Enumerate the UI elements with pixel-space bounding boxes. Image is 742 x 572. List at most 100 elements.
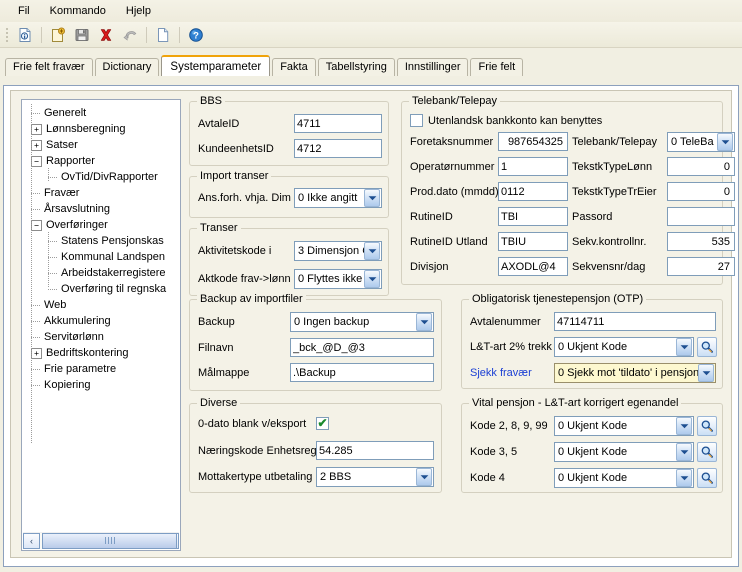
- chevron-down-icon[interactable]: [416, 467, 432, 486]
- kode-2-combo[interactable]: 0 Ukjent Kode: [554, 415, 694, 436]
- tree-horizontal-scrollbar[interactable]: ‹ ›: [23, 532, 179, 549]
- chevron-down-icon[interactable]: [676, 416, 692, 435]
- aktkode-combo[interactable]: 0 Flyttes ikke: [294, 268, 382, 289]
- tree-item-fravaer[interactable]: Fravær: [26, 185, 180, 201]
- avtalenummer-input[interactable]: [554, 312, 716, 331]
- blank-page-icon[interactable]: [152, 24, 174, 46]
- parameter-tree[interactable]: Generelt + Lønnsberegning + Satser − Rap…: [21, 99, 181, 551]
- save-icon[interactable]: [71, 24, 93, 46]
- tree-item-bedriftskontering[interactable]: + Bedriftskontering: [26, 345, 180, 361]
- tree-item-arbeidstakerregisteret[interactable]: Arbeidstakerregistere: [26, 265, 180, 281]
- tree-item-kopiering[interactable]: Kopiering: [26, 377, 180, 393]
- foretaksnummer-input[interactable]: [498, 132, 568, 151]
- tab-fakta[interactable]: Fakta: [272, 58, 316, 76]
- tab-frie-felt-fravaer[interactable]: Frie felt fravær: [5, 58, 93, 76]
- tab-systemparameter[interactable]: Systemparameter: [161, 55, 271, 76]
- field-0-dato-blank[interactable]: 0-dato blank v/eksport ✔: [198, 414, 329, 433]
- telebank-telepay-combo[interactable]: 0 TeleBa: [667, 131, 735, 152]
- tab-dictionary[interactable]: Dictionary: [94, 58, 160, 76]
- tree-item-ovtid-divrapporter[interactable]: OvTid/DivRapporter: [26, 169, 180, 185]
- tab-tabellstyring[interactable]: Tabellstyring: [317, 58, 395, 76]
- malmappe-input[interactable]: [290, 363, 434, 382]
- new-document-icon[interactable]: [47, 24, 69, 46]
- rutineid-input[interactable]: [498, 207, 568, 226]
- lt-art-combo[interactable]: 0 Ukjent Kode: [554, 336, 694, 357]
- delete-icon[interactable]: [95, 24, 117, 46]
- menu-item-hjelp[interactable]: Hjelp: [116, 3, 161, 19]
- info-document-icon[interactable]: [14, 24, 36, 46]
- chevron-down-icon[interactable]: [676, 442, 692, 461]
- toolbar-grip[interactable]: [4, 26, 9, 44]
- kode-3-lookup-search-icon[interactable]: [697, 441, 717, 462]
- tab-innstillinger[interactable]: Innstillinger: [396, 58, 469, 76]
- tree-item-rapporter[interactable]: − Rapporter: [26, 153, 180, 169]
- operatornummer-input[interactable]: [498, 157, 568, 176]
- backup-label: Backup: [198, 315, 235, 328]
- expand-plus-icon[interactable]: +: [31, 347, 42, 359]
- help-icon[interactable]: ?: [185, 24, 207, 46]
- collapse-minus-icon[interactable]: −: [31, 155, 42, 167]
- tree-item-lonnsberegning[interactable]: + Lønnsberegning: [26, 121, 180, 137]
- backup-combo[interactable]: 0 Ingen backup: [290, 311, 434, 332]
- undo-icon[interactable]: [119, 24, 141, 46]
- tree-item-akkumulering[interactable]: Akkumulering: [26, 313, 180, 329]
- tree-item-overforinger[interactable]: − Overføringer: [26, 217, 180, 233]
- scroll-thumb[interactable]: [42, 532, 177, 549]
- chevron-down-icon[interactable]: [416, 312, 432, 331]
- tree-item-generelt[interactable]: Generelt: [26, 105, 180, 121]
- lt-art-lookup-search-icon[interactable]: [697, 336, 717, 357]
- chevron-down-icon[interactable]: [676, 337, 692, 356]
- kode-4-lookup-search-icon[interactable]: [697, 467, 717, 488]
- tree-item-kommunal-landspensjon[interactable]: Kommunal Landspen: [26, 249, 180, 265]
- ansforh-combo[interactable]: 0 Ikke angitt: [294, 187, 382, 208]
- chevron-down-icon[interactable]: [717, 132, 733, 151]
- tree-item-web[interactable]: Web: [26, 297, 180, 313]
- chevron-down-icon[interactable]: [364, 241, 380, 260]
- tree-item-frie-parametre[interactable]: Frie parametre: [26, 361, 180, 377]
- chevron-down-icon[interactable]: [676, 468, 692, 487]
- chevron-down-icon[interactable]: [364, 269, 380, 288]
- kode-3-combo[interactable]: 0 Ukjent Kode: [554, 441, 694, 462]
- kode-4-combo[interactable]: 0 Ukjent Kode: [554, 467, 694, 488]
- field-kode-3-5: Kode 3, 5 0 Ukjent Kode: [470, 441, 717, 462]
- scroll-left-arrow-icon[interactable]: ‹: [23, 532, 40, 549]
- tekstktypelonn-input[interactable]: [667, 157, 735, 176]
- tree-item-arsavslutning[interactable]: Årsavslutning: [26, 201, 180, 217]
- aktivitetskode-label: Aktivitetskode i: [198, 244, 272, 257]
- divisjon-input[interactable]: [498, 257, 568, 276]
- sjekk-fravaer-label[interactable]: Sjekk fravær: [470, 367, 554, 379]
- tekstktypelonn-label: TekstkTypeLønn: [572, 160, 653, 173]
- kode-2-lookup-search-icon[interactable]: [697, 415, 717, 436]
- scroll-track[interactable]: [40, 532, 177, 549]
- mottakertype-combo[interactable]: 2 BBS: [316, 466, 434, 487]
- chevron-down-icon[interactable]: [698, 363, 714, 382]
- sjekk-fravaer-combo[interactable]: 0 Sjekk mot 'tildato' i pensjonsperio: [554, 362, 716, 383]
- tekstktypetreier-input[interactable]: [667, 182, 735, 201]
- tree-item-label: Arbeidstakerregistere: [61, 267, 166, 279]
- collapse-minus-icon[interactable]: −: [31, 219, 42, 231]
- tree-item-servitorlonn[interactable]: Servitørlønn: [26, 329, 180, 345]
- expand-plus-icon[interactable]: +: [31, 123, 42, 135]
- field-tekstktypelonn: TekstkTypeLønn: [572, 157, 735, 176]
- passord-input[interactable]: [667, 207, 735, 226]
- utenlandsk-bankkonto-checkbox[interactable]: [410, 114, 423, 127]
- sekv-kontrollnr-input[interactable]: [667, 232, 735, 251]
- avtaleid-input[interactable]: [294, 114, 382, 133]
- proddato-input[interactable]: [498, 182, 568, 201]
- tree-item-overforing-til-regnskap[interactable]: Overføring til regnska: [26, 281, 180, 297]
- tree-item-satser[interactable]: + Satser: [26, 137, 180, 153]
- menu-item-fil[interactable]: Fil: [8, 3, 40, 19]
- chevron-down-icon[interactable]: [364, 188, 380, 207]
- rutineid-utland-input[interactable]: [498, 232, 568, 251]
- naeringskode-input[interactable]: [316, 441, 434, 460]
- tree-item-statens-pensjonskasse[interactable]: Statens Pensjonskas: [26, 233, 180, 249]
- filnavn-input[interactable]: [290, 338, 434, 357]
- nulldato-checkbox[interactable]: ✔: [316, 417, 329, 430]
- kundeenhetsid-input[interactable]: [294, 139, 382, 158]
- tab-frie-felt[interactable]: Frie felt: [470, 58, 524, 76]
- menu-item-kommando[interactable]: Kommando: [40, 3, 116, 19]
- field-utenlandsk-bankkonto[interactable]: Utenlandsk bankkonto kan benyttes: [410, 111, 602, 130]
- sekvensnr-dag-input[interactable]: [667, 257, 735, 276]
- expand-plus-icon[interactable]: +: [31, 139, 42, 151]
- aktivitetskode-combo[interactable]: 3 Dimensjon C: [294, 240, 382, 261]
